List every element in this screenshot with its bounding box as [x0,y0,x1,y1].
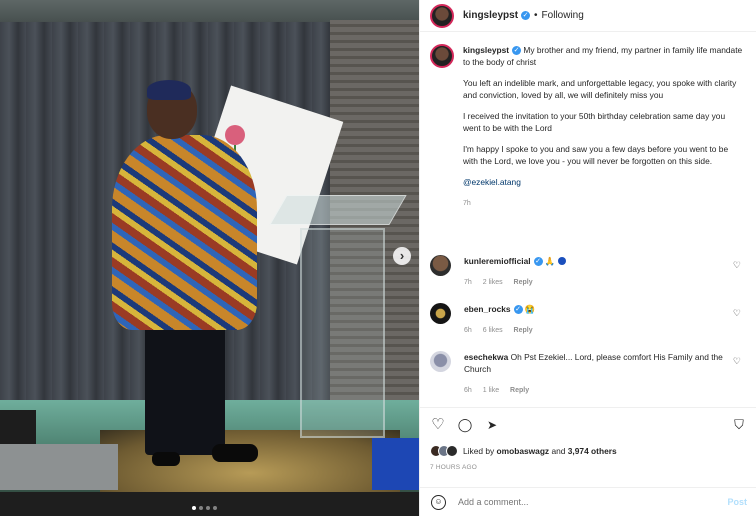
comment-icon[interactable]: ◯ [456,416,474,434]
likes-middle: and [551,446,566,456]
carousel-dot [192,506,196,510]
comment-username[interactable]: esechekwa [464,352,508,362]
post-photo[interactable]: › [0,0,419,516]
post-actions: ♡ ◯ ➤ ⛉ Liked by omobaswagz and 3,974 ot… [420,407,756,469]
speaker-cap [147,80,191,100]
comment-time[interactable]: 7h [464,279,472,286]
glass-lectern-top [269,195,407,225]
comment-username[interactable]: eben_rocks [464,304,511,314]
post-viewer: › kingsleypst ✓ • Following kingsleypst ✓… [0,0,756,516]
carousel-dot [213,506,217,510]
likes-summary[interactable]: Liked by omobaswagz and 3,974 others [430,445,617,457]
likes-others[interactable]: 3,974 others [568,446,617,456]
caption-paragraph-2: You left an indelible mark, and unforget… [463,78,737,100]
comment-text: 😭 [524,304,536,314]
emoji-icon[interactable]: ☺ [431,494,446,510]
comment-item: kunleremiofficial ✓ 🙏 7h 2 likes Reply ♡ [430,255,750,289]
header-separator: • [534,10,538,21]
speaker-shoe-left [152,452,180,466]
comment-item: esechekwa Oh Pst Ezekiel... Lord, please… [430,351,750,397]
comment-text: 🙏 [544,256,556,266]
carousel-dots [192,506,217,510]
add-comment-input[interactable] [458,497,698,507]
comment-avatar[interactable] [430,255,451,276]
caption-username[interactable]: kingsleypst [463,45,509,55]
comment-username[interactable]: kunleremiofficial [464,256,531,266]
verified-badge-icon: ✓ [521,11,531,20]
carousel-dot [199,506,203,510]
carousel-dot [206,506,210,510]
comment-time[interactable]: 6h [464,327,472,334]
caption-mention-link[interactable]: @ezekiel.atang [463,176,745,188]
blue-box [372,438,419,490]
comment-avatar[interactable] [430,303,451,324]
glass-lectern [300,228,385,438]
ceiling [0,0,419,22]
post-caption: kingsleypst ✓ My brother and my friend, m… [430,44,750,210]
reply-button[interactable]: Reply [514,327,533,334]
comment-likes[interactable]: 1 like [483,387,499,394]
caption-paragraph-3: I received the invitation to your 50th b… [463,111,726,133]
speaker-shoe-right [212,444,258,462]
post-header: kingsleypst ✓ • Following [420,0,756,32]
post-timestamp[interactable]: 7 HOURS AGO [430,464,477,471]
post-comment-button[interactable]: Post [727,497,747,507]
speaker-trousers [145,325,225,455]
author-avatar[interactable] [430,3,454,28]
like-icon[interactable]: ♡ [429,416,447,434]
comment-avatar[interactable] [430,351,451,372]
photo-bottom-band [0,492,419,516]
post-sidebar: kingsleypst ✓ • Following kingsleypst ✓ M… [419,0,756,516]
grey-box [0,444,118,490]
comment-like-icon[interactable]: ♡ [733,308,741,319]
share-icon[interactable]: ➤ [483,416,501,434]
verified-badge-icon: ✓ [513,305,523,314]
caption-time[interactable]: 7h [463,198,745,210]
add-comment-bar: ☺ Post [420,487,756,516]
author-username[interactable]: kingsleypst [463,10,518,21]
blue-heart-icon [557,257,566,265]
speaker-shirt [112,135,257,330]
comment-item: eben_rocks ✓ 😭 6h 6 likes Reply ♡ [430,303,750,337]
flower-graphic [225,125,245,145]
following-button[interactable]: Following [542,10,584,21]
caption-paragraph-4: I'm happy I spoke to you and saw you a f… [463,144,729,166]
reply-button[interactable]: Reply [514,279,533,286]
liker-avatar [446,445,458,457]
comment-like-icon[interactable]: ♡ [733,356,741,367]
comment-time[interactable]: 6h [464,387,472,394]
comment-likes[interactable]: 6 likes [483,327,503,334]
liker-username[interactable]: omobaswagz [497,446,550,456]
reply-button[interactable]: Reply [510,387,529,394]
caption-avatar[interactable] [430,44,454,68]
save-icon[interactable]: ⛉ [730,416,748,434]
verified-badge-icon: ✓ [512,46,522,55]
likes-text: Liked by omobaswagz and 3,974 others [463,446,617,456]
comment-like-icon[interactable]: ♡ [733,260,741,271]
caption-text: kingsleypst ✓ My brother and my friend, m… [463,44,745,210]
verified-badge-icon: ✓ [533,257,543,266]
likes-prefix: Liked by [463,446,495,456]
next-image-button[interactable]: › [393,247,411,265]
comment-likes[interactable]: 2 likes [483,279,503,286]
